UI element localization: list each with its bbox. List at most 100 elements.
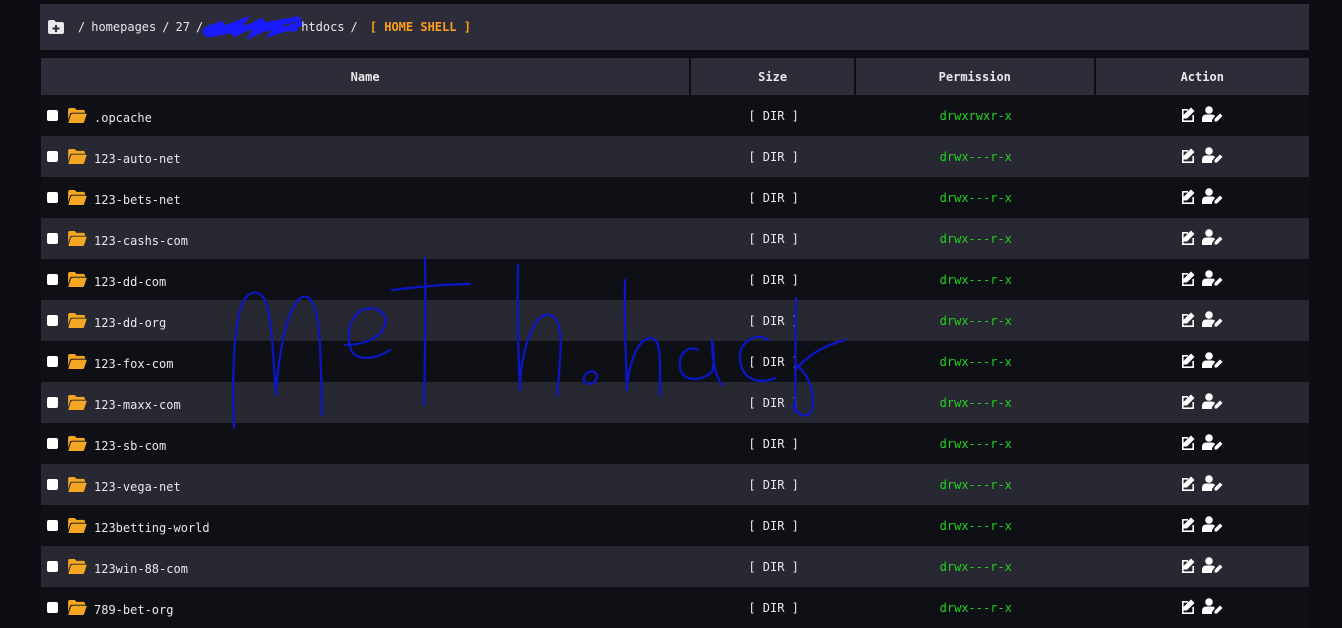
breadcrumb-27[interactable]: 27: [176, 20, 190, 34]
permission-label[interactable]: drwx---r-x: [940, 396, 1012, 410]
edit-icon[interactable]: [1180, 393, 1196, 409]
permission-label[interactable]: drwx---r-x: [940, 560, 1012, 574]
file-name[interactable]: 123-maxx-com: [94, 394, 181, 412]
table-row[interactable]: 123-fox-com [ DIR ] drwx---r-x: [41, 341, 1309, 382]
size-label: [ DIR ]: [748, 149, 799, 164]
header-size: Size: [691, 58, 857, 95]
table-row[interactable]: 123-sb-com [ DIR ] drwx---r-x: [41, 423, 1309, 464]
user-edit-icon[interactable]: [1202, 311, 1224, 327]
file-name[interactable]: 123-sb-com: [94, 435, 166, 453]
row-checkbox[interactable]: [47, 397, 58, 408]
row-checkbox[interactable]: [47, 602, 58, 613]
file-name[interactable]: 123-dd-org: [94, 312, 166, 330]
breadcrumb-separator: /: [162, 20, 170, 34]
size-label: [ DIR ]: [748, 518, 799, 533]
user-edit-icon[interactable]: [1202, 147, 1224, 163]
edit-icon[interactable]: [1180, 311, 1196, 327]
edit-icon[interactable]: [1180, 475, 1196, 491]
edit-icon[interactable]: [1180, 434, 1196, 450]
permission-label[interactable]: drwx---r-x: [940, 191, 1012, 205]
permission-label[interactable]: drwx---r-x: [940, 273, 1012, 287]
permission-label[interactable]: drwx---r-x: [940, 601, 1012, 615]
permission-label[interactable]: drwx---r-x: [940, 150, 1012, 164]
action-cell: [1095, 505, 1309, 546]
size-cell: [ DIR ]: [691, 505, 857, 546]
user-edit-icon[interactable]: [1202, 106, 1224, 122]
edit-icon[interactable]: [1180, 516, 1196, 532]
edit-icon[interactable]: [1180, 598, 1196, 614]
edit-icon[interactable]: [1180, 147, 1196, 163]
file-name[interactable]: 123-vega-net: [94, 476, 181, 494]
table-row[interactable]: .opcache [ DIR ] drwxrwxr-x: [41, 95, 1309, 136]
folder-open-icon: [68, 395, 87, 410]
user-edit-icon[interactable]: [1202, 598, 1224, 614]
file-name[interactable]: 123-auto-net: [94, 148, 181, 166]
size-label: [ DIR ]: [748, 108, 799, 123]
user-edit-icon[interactable]: [1202, 516, 1224, 532]
table-row[interactable]: 123-bets-net [ DIR ] drwx---r-x: [41, 177, 1309, 218]
breadcrumb-home-shell[interactable]: [ HOME SHELL ]: [370, 20, 471, 34]
user-edit-icon[interactable]: [1202, 557, 1224, 573]
table-row[interactable]: 123-dd-org [ DIR ] drwx---r-x: [41, 300, 1309, 341]
breadcrumb-htdocs[interactable]: htdocs: [301, 20, 344, 34]
file-name[interactable]: 123win-88-com: [94, 558, 188, 576]
edit-icon[interactable]: [1180, 557, 1196, 573]
action-cell: [1095, 218, 1309, 259]
table-row[interactable]: 123-maxx-com [ DIR ] drwx---r-x: [41, 382, 1309, 423]
action-cell: [1095, 136, 1309, 177]
permission-label[interactable]: drwx---r-x: [940, 355, 1012, 369]
user-edit-icon[interactable]: [1202, 434, 1224, 450]
permission-label[interactable]: drwx---r-x: [940, 519, 1012, 533]
row-checkbox[interactable]: [47, 520, 58, 531]
permission-label[interactable]: drwxrwxr-x: [940, 109, 1012, 123]
permission-label[interactable]: drwx---r-x: [940, 232, 1012, 246]
edit-icon[interactable]: [1180, 270, 1196, 286]
row-checkbox[interactable]: [47, 356, 58, 367]
edit-icon[interactable]: [1180, 352, 1196, 368]
permission-label[interactable]: drwx---r-x: [940, 478, 1012, 492]
row-checkbox[interactable]: [47, 110, 58, 121]
user-edit-icon[interactable]: [1202, 475, 1224, 491]
file-name[interactable]: 789-bet-org: [94, 599, 173, 617]
folder-plus-icon[interactable]: [48, 20, 64, 34]
user-edit-icon[interactable]: [1202, 352, 1224, 368]
permission-cell: drwx---r-x: [856, 464, 1096, 505]
file-name[interactable]: 123-fox-com: [94, 353, 173, 371]
file-name[interactable]: .opcache: [94, 107, 152, 125]
file-name[interactable]: 123-cashs-com: [94, 230, 188, 248]
name-cell: 123-maxx-com: [41, 382, 692, 423]
table-row[interactable]: 123-vega-net [ DIR ] drwx---r-x: [41, 464, 1309, 505]
table-row[interactable]: 123betting-world [ DIR ] drwx---r-x: [41, 505, 1309, 546]
row-checkbox[interactable]: [47, 315, 58, 326]
table-row[interactable]: 123-auto-net [ DIR ] drwx---r-x: [41, 136, 1309, 177]
row-checkbox[interactable]: [47, 561, 58, 572]
user-edit-icon[interactable]: [1202, 188, 1224, 204]
permission-label[interactable]: drwx---r-x: [940, 437, 1012, 451]
row-checkbox[interactable]: [47, 151, 58, 162]
folder-open-icon: [68, 600, 87, 615]
action-cell: [1095, 587, 1309, 628]
edit-icon[interactable]: [1180, 188, 1196, 204]
row-checkbox[interactable]: [47, 274, 58, 285]
breadcrumb-homepages[interactable]: homepages: [91, 20, 156, 34]
permission-label[interactable]: drwx---r-x: [940, 314, 1012, 328]
table-row[interactable]: 123-cashs-com [ DIR ] drwx---r-x: [41, 218, 1309, 259]
row-checkbox[interactable]: [47, 438, 58, 449]
user-edit-icon[interactable]: [1202, 393, 1224, 409]
table-row[interactable]: 789-bet-org [ DIR ] drwx---r-x: [41, 587, 1309, 628]
row-checkbox[interactable]: [47, 479, 58, 490]
file-name[interactable]: 123betting-world: [94, 517, 210, 535]
edit-icon[interactable]: [1180, 106, 1196, 122]
row-checkbox[interactable]: [47, 192, 58, 203]
size-label: [ DIR ]: [748, 313, 799, 328]
size-label: [ DIR ]: [748, 231, 799, 246]
table-row[interactable]: 123-dd-com [ DIR ] drwx---r-x: [41, 259, 1309, 300]
row-checkbox[interactable]: [47, 233, 58, 244]
file-name[interactable]: 123-dd-com: [94, 271, 166, 289]
edit-icon[interactable]: [1180, 229, 1196, 245]
user-edit-icon[interactable]: [1202, 229, 1224, 245]
file-name[interactable]: 123-bets-net: [94, 189, 181, 207]
user-edit-icon[interactable]: [1202, 270, 1224, 286]
folder-open-icon: [68, 272, 87, 287]
table-row[interactable]: 123win-88-com [ DIR ] drwx---r-x: [41, 546, 1309, 587]
